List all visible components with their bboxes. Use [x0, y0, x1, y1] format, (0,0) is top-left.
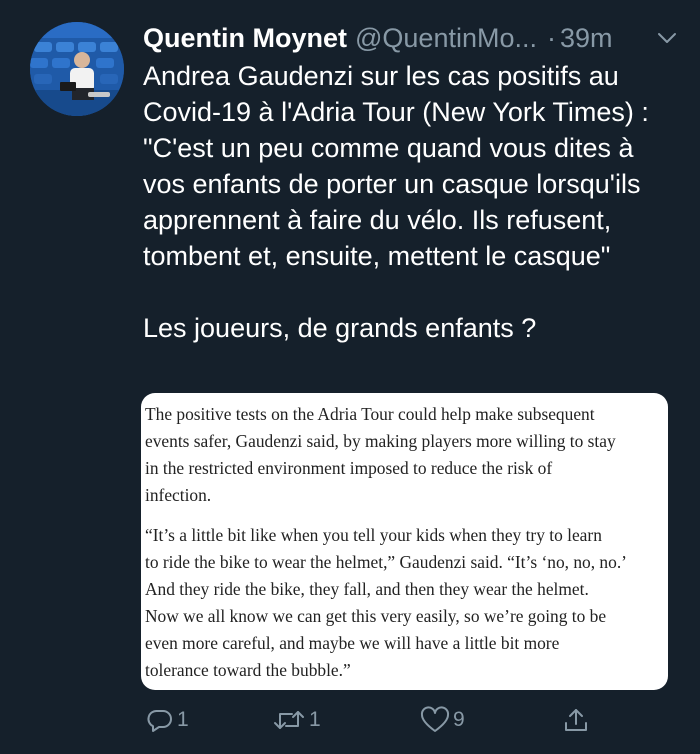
- article-line: events safer, Gaudenzi said, by making p…: [145, 431, 616, 451]
- tweet[interactable]: Quentin Moynet @QuentinMo... · 39m Andre…: [0, 0, 700, 754]
- tweet-text-paragraph: Les joueurs, de grands enfants ?: [143, 313, 537, 343]
- avatar[interactable]: [30, 22, 124, 116]
- user-handle[interactable]: @QuentinMo...: [355, 23, 537, 54]
- share-upload-icon: [562, 706, 590, 734]
- article-line: infection.: [145, 485, 212, 505]
- action-bar: 1 1 9: [0, 700, 700, 744]
- article-line: in the restricted environment imposed to…: [145, 458, 553, 478]
- article-line: even more careful, and maybe we will hav…: [145, 633, 560, 653]
- like-count: 9: [453, 708, 465, 731]
- retweet-count: 1: [309, 708, 321, 731]
- article-line: And they ride the bike, they fall, and t…: [145, 579, 589, 599]
- comment-bubble-icon: [146, 706, 174, 734]
- reply-button[interactable]: 1: [146, 706, 189, 734]
- share-button[interactable]: [562, 706, 590, 734]
- separator-dot: ·: [547, 22, 556, 53]
- tweet-text: Andrea Gaudenzi sur les cas positifs au …: [143, 58, 663, 346]
- reply-count: 1: [177, 708, 189, 731]
- attached-image[interactable]: The positive tests on the Adria Tour cou…: [141, 393, 668, 690]
- like-button[interactable]: 9: [420, 706, 465, 734]
- retweet-icon: [272, 706, 306, 734]
- display-name[interactable]: Quentin Moynet: [143, 23, 347, 54]
- article-line: Now we all know we can get this very eas…: [145, 606, 607, 626]
- article-line: to ride the bike to wear the helmet,” Ga…: [145, 552, 627, 572]
- tweet-text-paragraph: Andrea Gaudenzi sur les cas positifs au …: [143, 61, 649, 271]
- article-line: The positive tests on the Adria Tour cou…: [145, 404, 595, 424]
- timestamp[interactable]: 39m: [560, 23, 613, 54]
- chevron-down-icon[interactable]: [655, 26, 679, 50]
- retweet-button[interactable]: 1: [272, 706, 321, 734]
- tweet-header: Quentin Moynet @QuentinMo... · 39m: [143, 20, 683, 56]
- avatar-photo: [30, 22, 124, 116]
- article-line: tolerance toward the bubble.”: [145, 660, 351, 680]
- article-line: “It’s a little bit like when you tell yo…: [145, 525, 602, 545]
- heart-icon: [420, 706, 450, 734]
